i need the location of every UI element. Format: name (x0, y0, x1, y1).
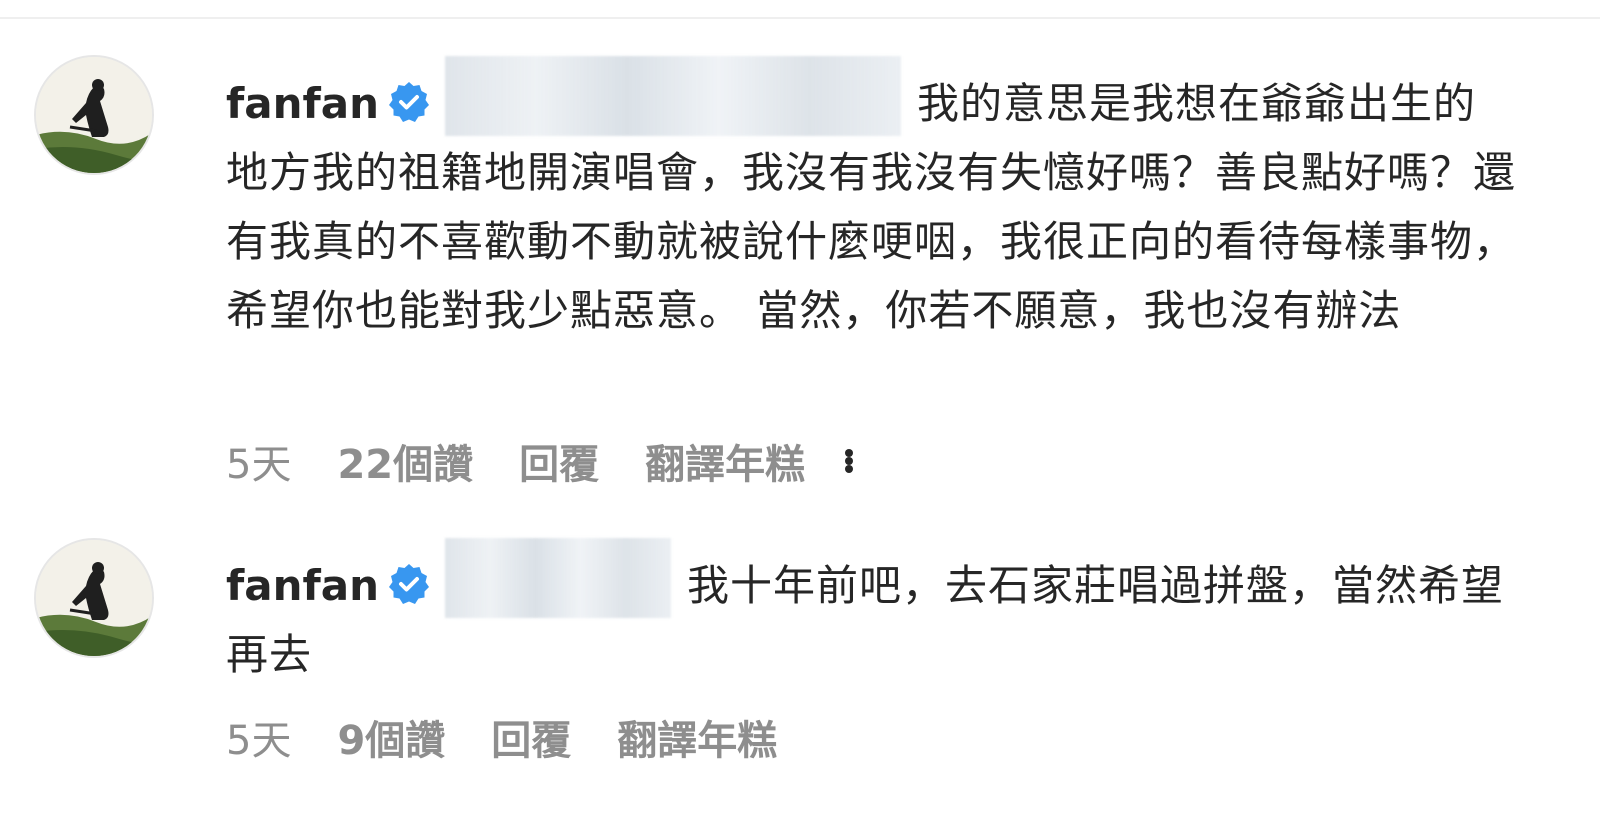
comment-text: fanfan 我十年前吧，去石家莊唱過拼盤，當然希望再去 (226, 538, 1516, 689)
comment-actions: 5天 9個讚 回覆 翻譯年糕 (226, 708, 817, 766)
comment-text: fanfan 我的意思是我想在爺爺出生的地方我的祖籍地開演唱會，我沒有我沒有失憶好… (226, 56, 1516, 345)
comment-time[interactable]: 5天 (226, 708, 291, 766)
redacted-mention (445, 56, 902, 136)
verified-badge-icon (387, 80, 431, 124)
reply-button[interactable]: 回覆 (519, 432, 599, 490)
translate-button[interactable]: 翻譯年糕 (617, 708, 777, 766)
comment-actions: 5天 22個讚 回覆 翻譯年糕 (226, 432, 854, 490)
comment-likes[interactable]: 22個讚 (337, 432, 473, 490)
reply-button[interactable]: 回覆 (491, 708, 571, 766)
translate-button[interactable]: 翻譯年糕 (645, 432, 805, 490)
comment-username[interactable]: fanfan (226, 561, 379, 610)
comment-username[interactable]: fanfan (226, 79, 379, 128)
verified-badge-icon (387, 562, 431, 606)
comment-time[interactable]: 5天 (226, 432, 291, 490)
top-divider (0, 17, 1600, 19)
avatar[interactable] (34, 538, 154, 658)
avatar[interactable] (34, 55, 154, 175)
redacted-mention (445, 538, 672, 618)
comment-likes[interactable]: 9個讚 (337, 708, 445, 766)
more-options-icon[interactable] (845, 449, 854, 473)
